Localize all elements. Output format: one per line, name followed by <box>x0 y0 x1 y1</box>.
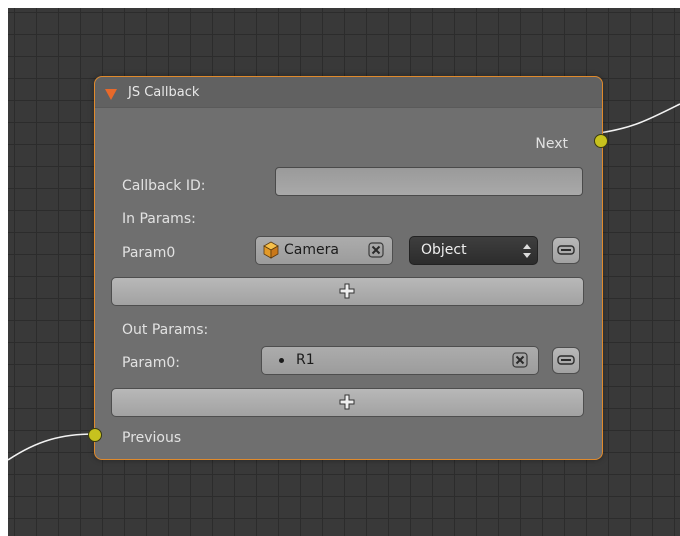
updown-arrows-icon <box>523 244 531 258</box>
out-params-label: Out Params: <box>122 322 209 338</box>
add-out-param-button[interactable] <box>111 388 584 417</box>
in-param-name: Param0 <box>122 245 176 261</box>
plus-icon <box>339 394 355 410</box>
in-param-type-select[interactable]: Object <box>409 236 538 265</box>
out-param-value-field[interactable]: R1 <box>261 346 539 375</box>
bullet-icon <box>279 358 284 363</box>
minus-icon <box>557 355 575 365</box>
in-param-object-value: Camera <box>284 242 339 258</box>
remove-in-param-button[interactable] <box>552 237 580 264</box>
in-params-label: In Params: <box>122 211 196 227</box>
object-cube-icon <box>263 241 279 259</box>
in-param-object-field[interactable]: Camera <box>255 236 393 265</box>
js-callback-node[interactable]: JS Callback Next Callback ID: In Params:… <box>88 76 608 460</box>
clear-x-icon[interactable] <box>368 242 384 258</box>
in-param-type-value: Object <box>421 242 467 258</box>
minus-icon <box>557 245 575 255</box>
callback-id-field[interactable] <box>275 167 583 196</box>
link-previous <box>8 433 95 461</box>
collapse-triangle-icon[interactable] <box>105 89 117 100</box>
previous-input-socket[interactable] <box>88 428 102 442</box>
next-output-label: Next <box>535 136 568 152</box>
link-next <box>598 103 680 134</box>
remove-out-param-button[interactable] <box>552 347 580 374</box>
plus-icon <box>339 283 355 299</box>
node-editor-canvas[interactable]: JS Callback Next Callback ID: In Params:… <box>8 8 680 536</box>
clear-x-icon[interactable] <box>512 352 528 368</box>
add-in-param-button[interactable] <box>111 277 584 306</box>
next-output-socket[interactable] <box>594 134 608 148</box>
previous-input-label: Previous <box>122 430 182 446</box>
out-param-value: R1 <box>296 352 315 368</box>
node-title: JS Callback <box>128 85 200 100</box>
out-param-name: Param0: <box>122 355 180 371</box>
node-header[interactable]: JS Callback <box>95 77 602 108</box>
callback-id-label: Callback ID: <box>122 178 206 194</box>
